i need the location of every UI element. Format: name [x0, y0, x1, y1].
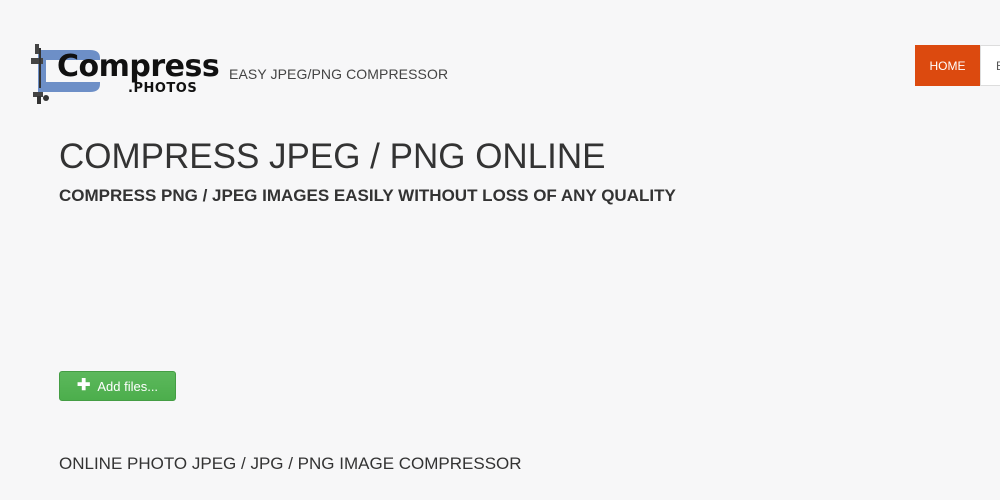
section-title: ONLINE PHOTO JPEG / JPG / PNG IMAGE COMP…	[59, 454, 522, 473]
add-files-label: Add files...	[97, 378, 159, 394]
logo-sub-text: .PHOTOS	[128, 81, 198, 96]
page-title: COMPRESS JPEG / PNG ONLINE	[59, 137, 606, 176]
page: Compress .PHOTOS EASY JPEG/PNG COMPRESSO…	[0, 0, 1000, 500]
plus-icon: ✚	[76, 377, 91, 394]
site-tagline: EASY JPEG/PNG COMPRESSOR	[229, 66, 449, 82]
page-subtitle: COMPRESS PNG / JPEG IMAGES EASILY WITHOU…	[59, 186, 676, 205]
nav-item-home[interactable]: HOME	[915, 45, 980, 86]
logo-main-text: Compress	[57, 49, 220, 84]
main-nav: HOME E	[915, 45, 1000, 86]
site-logo[interactable]: Compress .PHOTOS	[28, 42, 220, 108]
nav-item-next[interactable]: E	[980, 45, 1000, 86]
add-files-button[interactable]: ✚ Add files...	[59, 371, 176, 401]
